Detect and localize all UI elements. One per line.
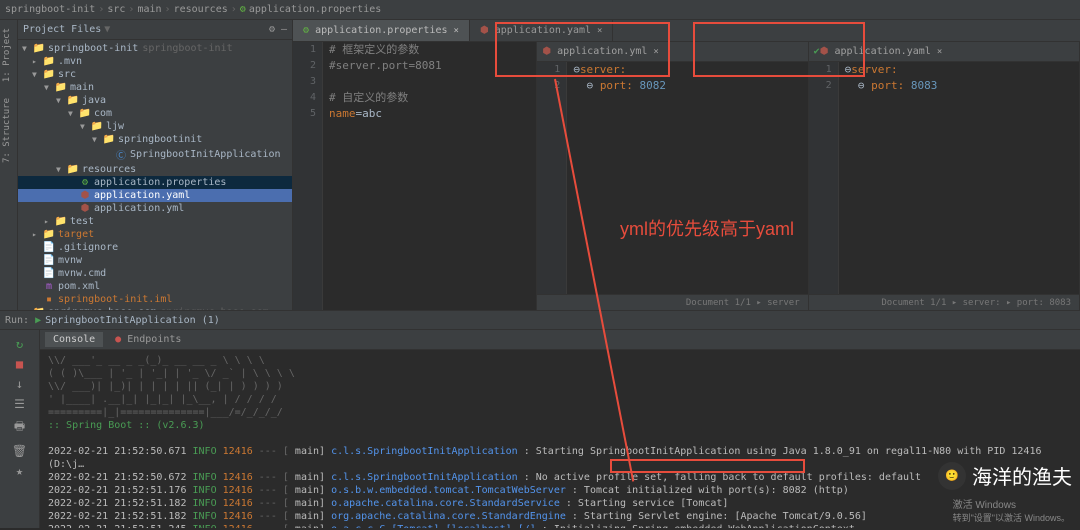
tree-item[interactable]: ▼📁resources [18,163,292,176]
breadcrumb-item[interactable]: springboot-init [5,4,95,15]
tree-item[interactable]: ▼📁ljw [18,120,292,133]
close-icon[interactable]: × [597,26,602,36]
tab-console[interactable]: Console [45,332,103,347]
gutter: 12345 [293,42,323,310]
tree-item[interactable]: ▼📁java [18,94,292,107]
tree-item[interactable]: mpom.xml [18,280,292,293]
delete-icon[interactable]: 🗑 [4,441,35,461]
console-area: Console ● Endpoints \\/ ___'_ __ _ _(_)_… [40,330,1080,528]
gear-icon[interactable]: ⚙ — [269,24,287,35]
project-panel: Project Files ▼ ⚙ — ▼📁springboot-initspr… [18,20,293,310]
panel-title[interactable]: Project Files [23,24,101,35]
editor-pane-properties: 12345 # 框架定义的参数 #server.port=8081 # 自定义的… [293,42,537,310]
editor-pane-yaml: ✔⬢ application.yaml × 12 ⊖server: ⊖ port… [809,42,1080,310]
tree-item[interactable]: ▸📁test [18,215,292,228]
breadcrumb-item[interactable]: main [137,4,161,15]
down-icon[interactable]: ↓ [4,374,35,394]
rerun-icon[interactable]: ↻ [4,334,35,354]
stop-icon[interactable]: ■ [4,354,35,374]
run-config-name[interactable]: SpringbootInitApplication (1) [45,315,220,326]
left-gutter: 1: Project 7: Structure [0,20,18,310]
tab-endpoints[interactable]: ● Endpoints [107,332,189,347]
code-editor[interactable]: ⊖server: ⊖ port: 8083 [839,62,1079,294]
tree-item[interactable]: ▼📁main [18,81,292,94]
tree-item-properties[interactable]: ⚙application.properties [18,176,292,189]
panel-header: Project Files ▼ ⚙ — [18,20,292,40]
tab-yaml[interactable]: ⬢ application.yaml× [470,20,614,41]
tree-item-yaml[interactable]: ⬢application.yaml [18,189,292,202]
wechat-avatar-icon: 🙂 [938,462,966,490]
run-toolbar: Run: ▶ SpringbootInitApplication (1) [0,310,1080,330]
run-icon: ▶ [35,315,41,326]
tree-item[interactable]: 📄.gitignore [18,241,292,254]
gutter: 12 [537,62,567,294]
gutter: 12 [809,62,839,294]
tree-item[interactable]: ▪springboot-init.iml [18,293,292,306]
tab-properties[interactable]: ⚙ application.properties× [293,20,470,41]
print-icon[interactable]: 🖶 [4,414,35,441]
tree-item[interactable]: ▸📁.mvn [18,55,292,68]
sidebar-tab-structure[interactable]: 7: Structure [0,90,14,171]
editor-status: Document 1/1 ▸ server [537,294,807,310]
watermark: 🙂 海洋的渔夫 [938,461,1072,490]
project-tree[interactable]: ▼📁springboot-initspringboot-init ▸📁.mvn … [18,40,292,310]
console-output[interactable]: \\/ ___'_ __ _ _(_)_ __ __ _ \ \ \ \ ( (… [40,350,1080,528]
sidebar-tab-project[interactable]: 1: Project [0,20,14,90]
breadcrumb-item[interactable]: application.properties [249,4,381,15]
tree-item[interactable]: 📄mvnw [18,254,292,267]
code-editor[interactable]: ⊖server: ⊖ port: 8082 [567,62,807,294]
breadcrumb-item[interactable]: resources [174,4,228,15]
breadcrumb-item[interactable]: src [107,4,125,15]
close-icon[interactable]: × [454,26,459,36]
tree-item[interactable]: ▸📁target [18,228,292,241]
tab-yml[interactable]: ⬢ application.yml × [542,46,659,57]
tree-item[interactable]: 📄mvnw.cmd [18,267,292,280]
tree-item[interactable]: ▼📁springbootinit [18,133,292,146]
editor-status: Document 1/1 ▸ server: ▸ port: 8083 [809,294,1079,310]
run-side-toolbar: ↻ ■ ↓ ☰ 🖶 🗑 ★ [0,330,40,528]
tree-item[interactable]: ▼📁src [18,68,292,81]
editor-tabs: ⚙ application.properties× ⬢ application.… [293,20,1080,42]
editor-pane-yml: ⬢ application.yml × 12 ⊖server: ⊖ port: … [537,42,808,310]
editor-area: ⚙ application.properties× ⬢ application.… [293,20,1080,310]
code-editor[interactable]: # 框架定义的参数 #server.port=8081 # 自定义的参数 nam… [323,42,536,310]
tree-item[interactable]: ▼📁com [18,107,292,120]
tab-yaml[interactable]: ✔⬢ application.yaml × [814,46,943,57]
tree-item[interactable]: ⒸSpringbootInitApplication [18,146,292,163]
settings-icon[interactable]: ☰ [4,394,35,414]
tree-item[interactable]: ▸📁springmvc-base-ssmspringmvc-base-ssm [18,306,292,310]
tree-root[interactable]: ▼📁springboot-initspringboot-init [18,42,292,55]
close-icon[interactable]: × [937,47,942,57]
favorite-icon[interactable]: ★ [4,461,35,481]
windows-activation: 激活 Windows 转到"设置"以激活 Windows。 [953,496,1070,524]
tree-item-yml[interactable]: ⬢application.yml [18,202,292,215]
close-icon[interactable]: × [653,47,658,57]
breadcrumb: springboot-init› src› main› resources› ⚙… [0,0,1080,20]
